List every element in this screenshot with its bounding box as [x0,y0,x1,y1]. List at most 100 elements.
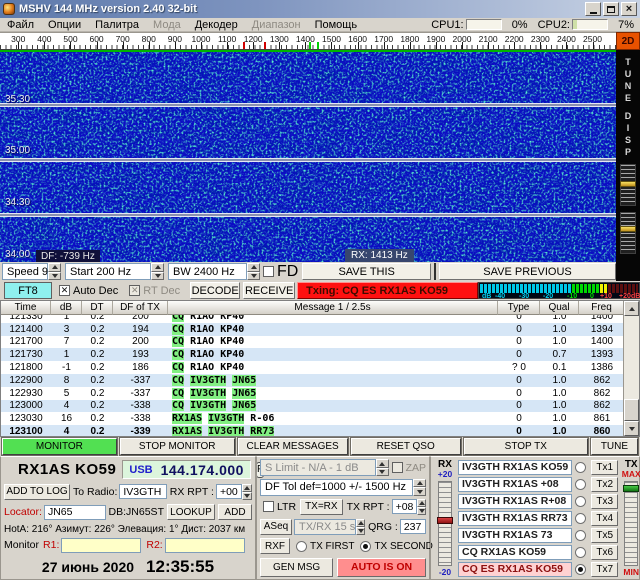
down-arrow-icon[interactable] [247,272,260,281]
down-arrow-icon[interactable] [417,507,426,515]
button-tx4[interactable]: Tx4 [591,511,618,526]
table-row-123100[interactable]: 12310040.2-339RX1AS IV3GTH RR7301.0860 [1,425,639,436]
tx-select-radio-tx2[interactable] [575,479,586,490]
table-row-121800[interactable]: 121800-10.2186CQ R1AO KP40? 00.11386 [1,361,639,374]
gain-slider-handle[interactable] [620,181,636,187]
column-header-dt[interactable]: DT [82,301,113,315]
table-row-121700[interactable]: 12170070.2200CQ R1AO KP4001.01400 [1,336,639,349]
down-arrow-icon[interactable] [413,487,426,496]
locator-input[interactable]: JN65 [44,505,106,520]
button-tx5[interactable]: Tx5 [591,528,618,543]
title-bar[interactable]: MSHV 144 MHz version 2.40 32-bit × [0,0,640,18]
fd-checkbox[interactable] [263,266,274,277]
menu-item-palette[interactable]: Палитра [88,19,146,31]
menu-item-decoder[interactable]: Декодер [188,19,245,31]
button-tune[interactable]: TUNE [591,438,638,455]
down-arrow-icon[interactable] [151,272,164,281]
button-tx6[interactable]: Tx6 [591,545,618,560]
tx-select-radio-tx4[interactable] [575,513,586,524]
save-this-button[interactable]: SAVE THIS [302,263,431,280]
menu-item-help[interactable]: Помощь [308,19,365,31]
mode-ft8-button[interactable]: FT8 [4,282,52,299]
minimize-button[interactable] [585,2,601,16]
to-radio-input[interactable]: IV3GTH [119,484,166,499]
menu-item-options[interactable]: Опции [41,19,88,31]
table-row-121730[interactable]: 12173010.2193CQ R1AO KP4000.71393 [1,348,639,361]
up-arrow-icon[interactable] [48,263,61,272]
tx-equals-rx-button[interactable]: TX=RX [300,499,343,515]
df-tolerance-spinner[interactable] [413,479,426,496]
scroll-up-icon[interactable] [624,301,639,316]
df-tolerance-select[interactable]: DF Tol def=1000 +/- 1500 Hz [260,479,413,496]
monitor-r1-input[interactable] [61,538,141,553]
tx-message-field-tx4[interactable]: IV3GTH RX1AS RR73 [458,511,572,526]
column-header-db[interactable]: dB [51,301,82,315]
auto-toggle-button[interactable]: AUTO IS ON [337,558,426,577]
up-arrow-icon[interactable] [417,499,426,507]
menu-item-file[interactable]: Файл [0,19,41,31]
rx-rpt-spinner[interactable] [242,484,252,500]
up-arrow-icon[interactable] [151,263,164,272]
down-arrow-icon[interactable] [242,492,252,500]
waterfall-display[interactable]: DF: -739 Hz RX: 1413 Hz 35:3035:0034:303… [0,50,616,262]
button-stop-monitor[interactable]: STOP MONITOR [120,438,235,455]
rx-rpt-input[interactable]: +00 [216,484,242,499]
button-reset-qso[interactable]: RESET QSO [351,438,461,455]
table-row-121400[interactable]: 12140030.2194CQ R1AO KP4001.01394 [1,323,639,336]
up-arrow-icon[interactable] [413,479,426,488]
start-freq-select[interactable]: Start 200 Hz [65,263,151,280]
up-arrow-icon[interactable] [247,263,260,272]
tx-first-radio[interactable] [296,541,307,552]
tx-message-field-tx7[interactable]: CQ ES RX1AS KO59 [458,562,572,577]
tx-power-slider[interactable] [624,481,638,566]
scroll-down-icon[interactable] [624,421,639,436]
table-scrollbar[interactable] [623,301,639,436]
button-tx1[interactable]: Tx1 [591,460,618,475]
close-button[interactable]: × [621,2,637,16]
tx-message-field-tx1[interactable]: IV3GTH RX1AS KO59 [458,460,572,475]
tx-rpt-input[interactable]: +08 [392,499,418,514]
start-freq-spinner[interactable] [151,263,164,280]
column-header-type[interactable]: Type [498,301,540,315]
table-row-122930[interactable]: 12293050.2-337CQ IV3GTH JN6501.0862 [1,387,639,400]
zero-slider[interactable] [620,212,636,254]
tx-message-field-tx2[interactable]: IV3GTH RX1AS +08 [458,477,572,492]
tx-message-field-tx3[interactable]: IV3GTH RX1AS R+08 [458,494,572,509]
receive-button[interactable]: RECEIVE [243,282,295,299]
rx-gain-handle[interactable] [437,517,453,524]
column-header-message-1-2-5s[interactable]: Message 1 / 2.5s [168,301,498,315]
tx-message-field-tx6[interactable]: CQ RX1AS KO59 [458,545,572,560]
tx-select-radio-tx7[interactable] [575,564,586,575]
column-header-freq[interactable]: Freq [579,301,625,315]
tx-select-radio-tx3[interactable] [575,496,586,507]
button-tx7[interactable]: Tx7 [591,562,618,577]
add-button[interactable]: ADD [218,504,252,520]
column-header-df-of-tx[interactable]: DF of TX [113,301,168,315]
gain-slider[interactable] [620,164,636,206]
button-stop-tx[interactable]: STOP TX [464,438,588,455]
bandwidth-select[interactable]: BW 2400 Hz [168,263,247,280]
tx-message-field-tx5[interactable]: IV3GTH RX1AS 73 [458,528,572,543]
gen-msg-button[interactable]: GEN MSG [260,558,333,577]
tx-select-radio-tx6[interactable] [575,547,586,558]
monitor-r2-input[interactable] [165,538,245,553]
speed-spinner[interactable] [48,263,61,280]
2d-view-button[interactable]: 2D [616,32,640,50]
button-monitor[interactable]: MONITOR [2,438,117,455]
down-arrow-icon[interactable] [48,272,61,281]
column-header-qual[interactable]: Qual [540,301,579,315]
table-row-123000[interactable]: 12300040.2-338CQ IV3GTH JN6501.0862 [1,400,639,413]
speed-select[interactable]: Speed 9 [2,263,48,280]
button-tx2[interactable]: Tx2 [591,477,618,492]
bandwidth-spinner[interactable] [247,263,260,280]
tx-select-radio-tx5[interactable] [575,530,586,541]
aseq-button[interactable]: ASeq [260,519,292,535]
table-row-122900[interactable]: 12290080.2-337CQ IV3GTH JN6501.0862 [1,374,639,387]
auto-dec-checkbox[interactable] [59,285,70,296]
add-to-log-button[interactable]: ADD TO LOG [4,484,70,500]
table-row-123030[interactable]: 123030160.2-338RX1AS IV3GTH R-0601.0861 [1,412,639,425]
ltr-checkbox[interactable] [263,501,274,512]
lookup-button[interactable]: LOOKUP [167,504,215,520]
column-header-time[interactable]: Time [1,301,51,315]
tx-power-handle[interactable] [623,485,639,492]
